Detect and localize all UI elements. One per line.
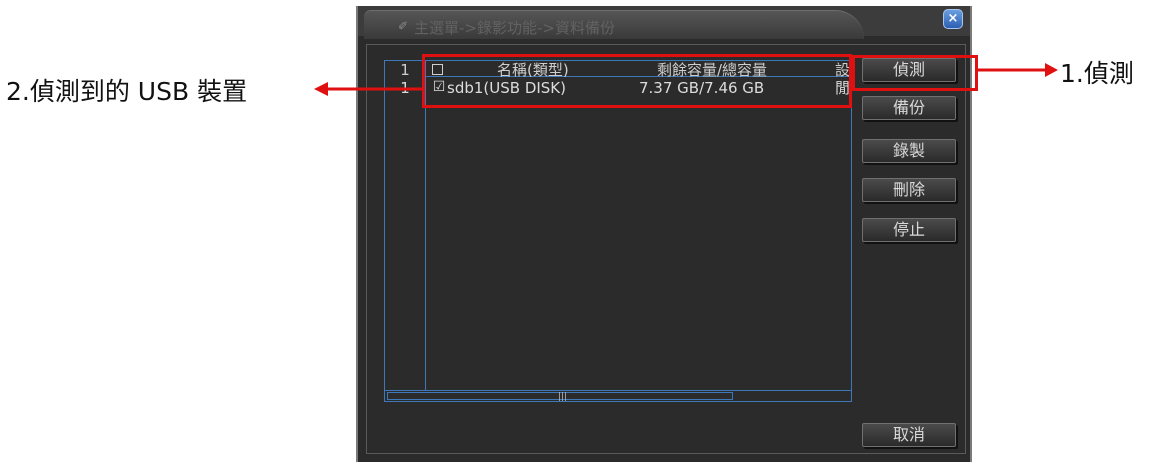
detect-annotation: 1.偵測 xyxy=(1060,59,1134,88)
arrow-right-icon xyxy=(978,63,1058,77)
device-annotation: 2.偵測到的 USB 裝置 xyxy=(6,77,248,106)
arrow-left-icon xyxy=(314,82,422,96)
annotation-arrows xyxy=(314,63,1058,96)
